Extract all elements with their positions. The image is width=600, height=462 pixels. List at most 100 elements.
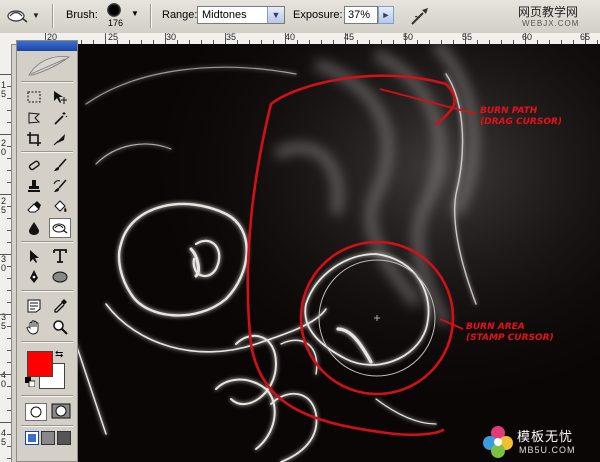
history-brush-icon — [53, 179, 67, 192]
range-select[interactable]: Midtones ▼ — [197, 6, 285, 24]
ruler-tick — [0, 422, 11, 423]
blur-icon — [29, 222, 39, 235]
screen-mode-icon — [57, 431, 71, 445]
pen-tool[interactable] — [23, 267, 45, 287]
healing-brush-tool[interactable] — [23, 155, 45, 175]
crop-icon — [27, 132, 41, 146]
brush-size-value: 176 — [108, 18, 124, 28]
options-bar: ▼ Brush: 176 ▼ Range: Midtones ▼ Exposur… — [0, 0, 600, 34]
ruler-tick — [7, 170, 11, 171]
zoom-icon — [53, 320, 68, 335]
watermark-bottom-subtext: MB5U.COM — [519, 445, 576, 455]
vertical-ruler[interactable]: 1 5 2 0 2 5 3 0 3 5 4 0 4 5 — [0, 44, 12, 462]
exposure-slider-button[interactable]: ► — [378, 6, 394, 24]
airbrush-icon[interactable] — [409, 5, 431, 27]
clone-stamp-icon — [28, 180, 40, 192]
eraser-icon — [27, 201, 41, 213]
ruler-tick — [7, 362, 11, 363]
eraser-tool[interactable] — [23, 197, 45, 217]
ruler-label: 4 5 — [1, 428, 7, 447]
rectangular-marquee-tool[interactable] — [23, 87, 45, 107]
ellipse-shape-tool[interactable] — [49, 267, 71, 287]
foreground-color-swatch[interactable] — [27, 351, 53, 377]
ruler-tick — [7, 302, 11, 303]
document-canvas[interactable]: BURN PATH (DRAG CURSOR) BURN AREA (STAMP… — [76, 44, 600, 462]
magic-wand-tool[interactable] — [49, 108, 71, 128]
toolbox-panel: ⇆ — [16, 40, 78, 462]
move-icon — [54, 91, 67, 104]
standard-mode-icon — [30, 406, 42, 418]
ruler-tick — [0, 374, 11, 375]
move-tool[interactable] — [49, 87, 71, 107]
toolbox-title-bar[interactable] — [17, 41, 77, 51]
burn-icon — [52, 223, 68, 234]
range-label: Range: — [162, 9, 198, 21]
healing-brush-icon — [28, 160, 40, 171]
ruler-tick — [0, 134, 11, 135]
chevron-down-icon: ▼ — [32, 11, 40, 20]
slice-icon — [53, 134, 65, 146]
pen-icon — [30, 270, 38, 283]
brush-tool[interactable] — [49, 155, 71, 175]
path-selection-tool[interactable] — [23, 246, 45, 266]
exposure-label: Exposure: — [293, 9, 343, 21]
ruler-tick — [7, 350, 11, 351]
burn-path-title: BURN PATH — [480, 106, 538, 116]
ruler-tick — [525, 33, 526, 44]
screen-mode-standard-button[interactable] — [25, 431, 39, 445]
ruler-tick — [7, 206, 11, 207]
ruler-tick — [7, 398, 11, 399]
exposure-input[interactable]: 37% — [344, 6, 378, 24]
burn-area-annotation: BURN AREA (STAMP CURSOR) — [466, 322, 554, 344]
clone-stamp-tool[interactable] — [23, 176, 45, 196]
screen-mode-fullmenu-button[interactable] — [41, 431, 55, 445]
notes-icon — [27, 299, 41, 313]
ruler-tick — [0, 194, 11, 195]
eyedropper-icon — [54, 299, 67, 313]
ruler-tick — [7, 182, 11, 183]
tool-preset-picker[interactable]: ▼ — [4, 5, 42, 27]
default-colors-icon[interactable] — [25, 377, 35, 387]
screen-mode-icon — [41, 431, 55, 445]
ruler-tick — [7, 230, 11, 231]
ruler-tick — [7, 266, 11, 267]
feather-logo-icon[interactable] — [25, 53, 71, 79]
ruler-label: 1 5 — [1, 80, 7, 99]
slice-tool[interactable] — [49, 129, 71, 149]
burn-tool[interactable] — [49, 218, 71, 238]
history-brush-tool[interactable] — [49, 176, 71, 196]
type-tool[interactable] — [49, 246, 71, 266]
ruler-tick — [7, 326, 11, 327]
ruler-tick — [465, 33, 466, 44]
hand-tool[interactable] — [23, 317, 45, 337]
ruler-tick — [105, 33, 106, 44]
ruler-label: 40 — [285, 33, 296, 42]
ruler-tick — [7, 338, 11, 339]
chevron-down-icon[interactable]: ▼ — [267, 7, 284, 23]
magic-wand-icon — [54, 112, 68, 125]
divider — [52, 4, 54, 28]
standard-mode-button[interactable] — [25, 403, 47, 421]
blur-tool[interactable] — [23, 218, 45, 238]
paint-bucket-tool[interactable] — [49, 197, 71, 217]
rectangular-marquee-icon — [27, 91, 41, 103]
ruler-tick — [585, 33, 586, 44]
burn-tool-icon — [7, 10, 28, 23]
notes-tool[interactable] — [23, 296, 45, 316]
watermark-bottom-text: 模板无忧 — [517, 430, 574, 445]
ruler-tick — [7, 146, 11, 147]
eyedropper-tool[interactable] — [49, 296, 71, 316]
zoom-tool[interactable] — [49, 317, 71, 337]
quick-mask-button[interactable] — [51, 403, 71, 419]
swap-colors-icon[interactable]: ⇆ — [55, 349, 63, 360]
path-selection-icon — [30, 250, 39, 263]
divider — [21, 425, 73, 427]
lasso-tool[interactable] — [23, 108, 45, 128]
crop-tool[interactable] — [23, 129, 45, 149]
brush-picker-chevron-icon[interactable]: ▼ — [131, 9, 139, 18]
ruler-tick — [7, 446, 11, 447]
divider — [21, 241, 73, 243]
ruler-tick — [0, 254, 11, 255]
screen-mode-full-button[interactable] — [57, 431, 71, 445]
brush-preview-icon[interactable] — [107, 3, 121, 17]
